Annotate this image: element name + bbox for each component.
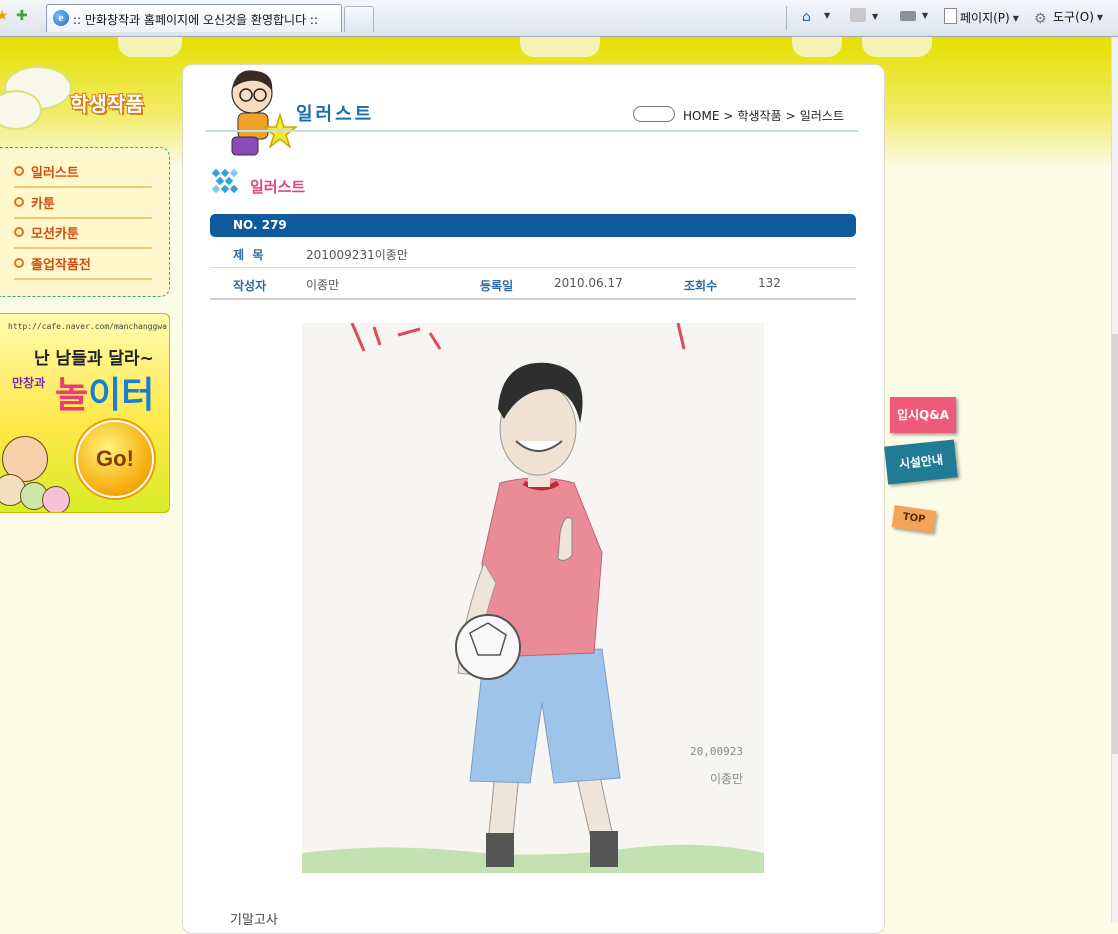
star-icon[interactable]: ★ xyxy=(0,8,9,24)
vertical-scrollbar[interactable] xyxy=(1111,37,1118,923)
post-title: 201009231이종만 xyxy=(306,248,408,262)
banner-characters xyxy=(0,434,80,512)
browser-tab[interactable]: e :: 만화창작과 홈페이지에 오신것을 환영합니다 :: xyxy=(46,4,342,32)
breadcrumb-deco-icon xyxy=(633,106,675,122)
page-icon xyxy=(944,8,957,24)
feeds-button[interactable]: ▼ xyxy=(850,8,878,23)
title-label: 제 목 xyxy=(233,248,264,262)
facility-guide-button[interactable]: 시설안내 xyxy=(884,439,958,485)
printer-icon xyxy=(900,11,916,21)
mascot-character xyxy=(231,70,298,156)
section-title: 일러스트 xyxy=(250,178,306,196)
breadcrumb-separator: > xyxy=(785,109,796,123)
section-diamond-icon xyxy=(211,168,239,194)
decoration-cloud xyxy=(118,37,182,57)
print-button[interactable]: ▼ xyxy=(900,8,928,22)
post-title-row: 제 목 201009231이종만 xyxy=(210,238,856,268)
post-meta-row: 작성자 이종만 등록일 2010.06.17 조회수 132 xyxy=(210,268,856,300)
bullet-icon xyxy=(14,197,24,207)
sidebar-item-label: 모션카툰 xyxy=(31,227,79,242)
sidebar-item-illust[interactable]: 일러스트 xyxy=(14,162,152,188)
home-button[interactable]: ⌂ ▼ xyxy=(802,8,830,25)
artwork-image: 20,00923 이종만 xyxy=(302,323,764,873)
sidebar-item-motion-cartoon[interactable]: 모션카툰 xyxy=(14,223,152,249)
character-face xyxy=(42,486,70,512)
banner-title-b: 이터 xyxy=(88,375,155,416)
sidebar-item-label: 카툰 xyxy=(31,197,55,212)
page-menu-label: 페이지(P) xyxy=(960,11,1010,25)
go-button[interactable]: Go! xyxy=(76,420,154,498)
tree-decoration xyxy=(0,90,42,130)
add-favorite-icon[interactable]: ✚ xyxy=(16,8,28,24)
home-icon: ⌂ xyxy=(802,9,811,25)
tools-menu-label: 도구(O) xyxy=(1053,10,1094,24)
admission-qa-button[interactable]: 입시Q&A xyxy=(890,397,956,433)
browser-toolbar: ★ ✚ e :: 만화창작과 홈페이지에 오신것을 환영합니다 :: ⌂ ▼ ▼ … xyxy=(0,0,1118,37)
sidebar-item-cartoon[interactable]: 카툰 xyxy=(14,193,152,219)
tools-menu[interactable]: ⚙ 도구(O) ▼ xyxy=(1034,8,1103,27)
decoration-cloud xyxy=(792,37,842,57)
bullet-icon xyxy=(14,258,24,268)
tab-title: :: 만화창작과 홈페이지에 오신것을 환영합니다 :: xyxy=(73,13,319,27)
breadcrumb-student-works[interactable]: 학생작품 xyxy=(737,109,781,123)
banner-url: http://cafe.naver.com/manchanggwa xyxy=(8,322,167,331)
sidebar-item-label: 졸업작품전 xyxy=(31,258,91,273)
signature-date: 20,00923 xyxy=(690,745,743,758)
views-label: 조회수 xyxy=(684,279,718,293)
decoration-cloud xyxy=(862,37,932,57)
breadcrumb-home[interactable]: HOME xyxy=(683,109,719,123)
bullet-icon xyxy=(14,227,24,237)
top-button[interactable]: TOP xyxy=(891,505,937,533)
post-author: 이종만 xyxy=(306,278,340,292)
header-divider xyxy=(205,130,859,132)
sidebar-item-label: 일러스트 xyxy=(31,166,79,181)
toolbar-divider xyxy=(786,6,787,30)
post-views: 132 xyxy=(758,276,781,290)
decoration-cloud xyxy=(520,37,600,57)
date-label: 등록일 xyxy=(480,279,514,293)
gear-icon: ⚙ xyxy=(1034,11,1047,27)
sidebar-logo-text: 학생작품 xyxy=(70,92,144,116)
new-tab-button[interactable] xyxy=(344,6,374,32)
banner-sub: 만창과 xyxy=(12,376,46,390)
page-title: 일러스트 xyxy=(296,104,375,125)
bullet-icon xyxy=(14,166,24,176)
rss-icon xyxy=(850,8,866,22)
post-date: 2010.06.17 xyxy=(554,276,623,290)
banner-title-a: 놀 xyxy=(55,375,89,416)
cafe-banner[interactable]: http://cafe.naver.com/manchanggwa 난 남들과 … xyxy=(0,313,170,513)
breadcrumb: HOME > 학생작품 > 일러스트 xyxy=(633,106,844,124)
breadcrumb-separator: > xyxy=(723,109,734,123)
sidebar-menu: 일러스트 카툰 모션카툰 졸업작품전 xyxy=(0,147,170,297)
post-number-bar: NO. 279 xyxy=(210,214,856,237)
author-label: 작성자 xyxy=(233,279,267,293)
post-caption: 기말고사 xyxy=(230,913,278,928)
page-menu[interactable]: 페이지(P) ▼ xyxy=(944,8,1019,26)
breadcrumb-illust[interactable]: 일러스트 xyxy=(800,109,844,123)
banner-title: 놀이터 xyxy=(55,366,154,418)
ie-logo-icon: e xyxy=(53,10,69,26)
sidebar-item-graduation[interactable]: 졸업작품전 xyxy=(14,254,152,280)
scrollbar-thumb[interactable] xyxy=(1112,334,1118,754)
signature-name: 이종만 xyxy=(710,772,743,786)
